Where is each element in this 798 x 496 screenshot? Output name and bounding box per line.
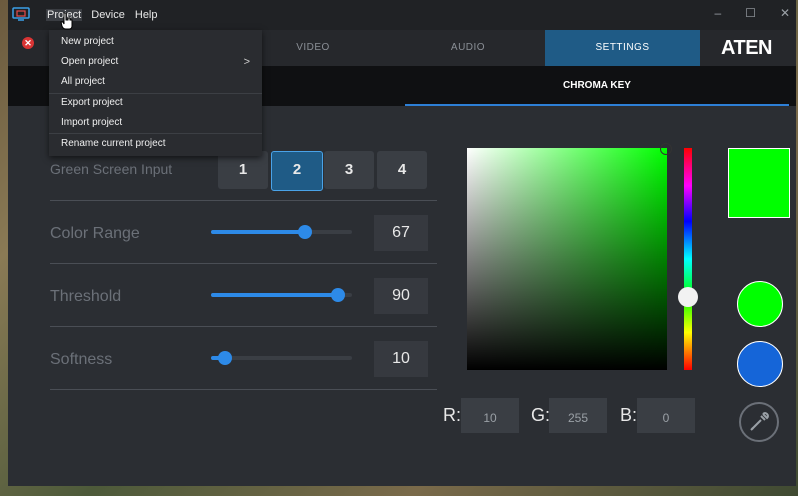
- close-window-button[interactable]: ✕: [780, 6, 790, 20]
- softness-label: Softness: [50, 351, 113, 368]
- minimize-button[interactable]: –: [714, 6, 721, 20]
- menu-item-rename-project[interactable]: Rename current project: [49, 134, 262, 154]
- threshold-value[interactable]: 90: [374, 278, 428, 314]
- input-4-button[interactable]: 4: [377, 151, 427, 189]
- softness-value[interactable]: 10: [374, 341, 428, 377]
- title-bar: Project Device Help – ☐ ✕: [8, 0, 796, 30]
- menu-item-label: Rename current project: [61, 138, 166, 149]
- project-menu-dropdown: New project Open project > All project Ex…: [49, 30, 262, 156]
- menu-item-label: Export project: [61, 97, 123, 108]
- tab-chroma-key[interactable]: CHROMA KEY: [405, 66, 789, 106]
- hue-slider[interactable]: [684, 148, 692, 370]
- divider: [50, 389, 437, 390]
- menu-item-new-project[interactable]: New project: [49, 32, 262, 52]
- tab-audio[interactable]: AUDIO: [413, 30, 523, 66]
- menu-item-open-project[interactable]: Open project >: [49, 52, 262, 72]
- window-controls: – ☐ ✕: [714, 6, 790, 20]
- softness-slider[interactable]: [211, 351, 352, 365]
- divider: [50, 263, 437, 264]
- hand-cursor-icon: [60, 12, 73, 30]
- menu-help[interactable]: Help: [134, 9, 159, 21]
- chevron-right-icon: >: [243, 56, 250, 68]
- threshold-slider[interactable]: [211, 288, 352, 302]
- g-input[interactable]: 255: [549, 398, 607, 433]
- g-label: G:: [531, 405, 551, 425]
- eyedropper-button[interactable]: [739, 402, 779, 442]
- menu-item-export-project[interactable]: Export project: [49, 93, 262, 113]
- threshold-fill: [211, 293, 338, 297]
- menu-item-import-project[interactable]: Import project: [49, 113, 262, 133]
- app-monitor-icon[interactable]: [12, 7, 30, 21]
- threshold-label: Threshold: [50, 288, 122, 305]
- menu-item-label: Open project: [61, 56, 119, 67]
- color-range-value[interactable]: 67: [374, 215, 428, 251]
- color-saturation-field[interactable]: [467, 148, 667, 370]
- selected-color-preview: [728, 148, 790, 218]
- b-label: B:: [620, 405, 638, 425]
- menu-device[interactable]: Device: [90, 9, 126, 21]
- blue-swatch[interactable]: [737, 341, 783, 387]
- brand-logo: ATEN: [721, 37, 772, 59]
- input-1-button[interactable]: 1: [218, 151, 268, 189]
- color-picker-handle[interactable]: [660, 143, 672, 155]
- divider: [50, 326, 437, 327]
- r-label: R:: [443, 405, 461, 425]
- menu-item-label: Import project: [61, 117, 123, 128]
- tab-settings[interactable]: SETTINGS: [545, 30, 700, 66]
- menu-item-label: New project: [61, 36, 114, 47]
- input-2-button[interactable]: 2: [271, 151, 323, 191]
- green-screen-input-label: Green Screen Input: [50, 161, 173, 177]
- app-window: Project Device Help – ☐ ✕ VIDEO AUDIO SE…: [8, 0, 796, 486]
- maximize-button[interactable]: ☐: [745, 6, 756, 20]
- hue-slider-handle[interactable]: [678, 287, 698, 307]
- eyedropper-icon: [750, 412, 769, 431]
- tab-video[interactable]: VIDEO: [258, 30, 368, 66]
- color-range-slider[interactable]: [211, 225, 352, 239]
- softness-handle[interactable]: [218, 351, 233, 365]
- menu-item-label: All project: [61, 76, 105, 87]
- b-input[interactable]: 0: [637, 398, 695, 433]
- menu-item-all-project[interactable]: All project: [49, 72, 262, 92]
- close-icon[interactable]: ✕: [22, 37, 34, 49]
- color-range-label: Color Range: [50, 225, 140, 242]
- input-3-button[interactable]: 3: [324, 151, 374, 189]
- green-swatch[interactable]: [737, 281, 783, 327]
- r-input[interactable]: 10: [461, 398, 519, 433]
- divider: [50, 200, 437, 201]
- threshold-handle[interactable]: [330, 288, 345, 302]
- color-range-fill: [211, 230, 306, 234]
